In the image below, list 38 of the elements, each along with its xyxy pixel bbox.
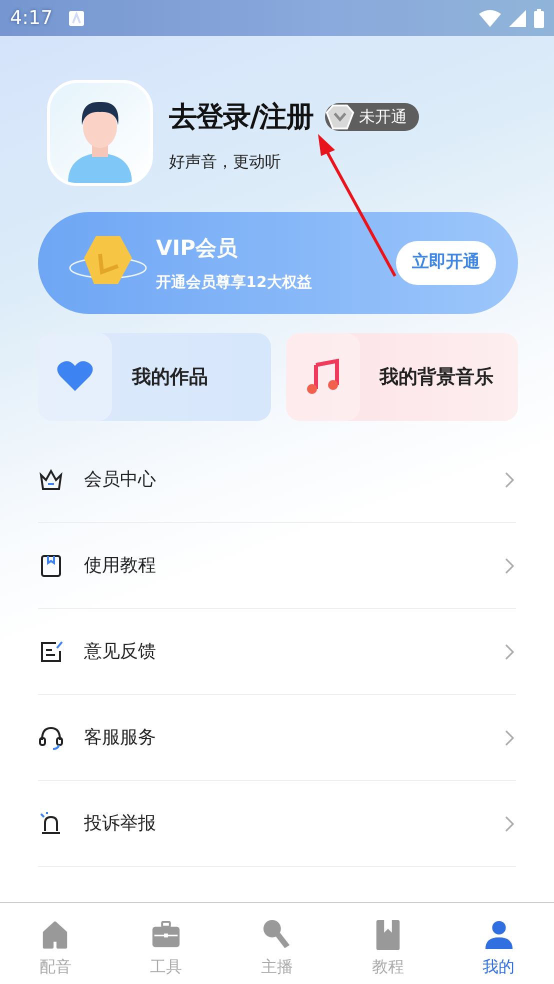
wifi-icon	[479, 10, 501, 26]
menu-label: 投诉举报	[84, 812, 157, 836]
menu-label: 意见反馈	[84, 640, 157, 664]
feedback-icon	[38, 638, 64, 664]
login-title[interactable]: 去登录/注册	[169, 96, 314, 138]
menu-item[interactable]: 客服服务	[38, 695, 516, 781]
vip-title: VIP会员	[156, 235, 238, 262]
chevron-right-icon	[505, 472, 514, 488]
menu-label: 使用教程	[84, 554, 157, 578]
vip-banner[interactable]: VIP会员 开通会员尊享12大权益 立即开通	[38, 212, 518, 314]
menu-item[interactable]: 意见反馈	[38, 609, 516, 695]
status-time: 4:17	[10, 6, 53, 31]
signal-icon	[509, 10, 526, 26]
book-icon	[38, 552, 64, 578]
menu-label: 会员中心	[84, 468, 157, 492]
crown-icon	[38, 466, 64, 492]
membership-badge: 未开通	[325, 103, 420, 131]
tab[interactable]: 我的	[443, 903, 554, 984]
shortcut-label: 我的作品	[132, 364, 208, 390]
shortcut-card[interactable]: 我的作品	[38, 333, 270, 421]
vip-benefits-text: 开通会员尊享12大权益	[156, 272, 313, 292]
menu-label: 客服服务	[84, 726, 157, 750]
menu-item[interactable]: 使用教程	[38, 523, 516, 609]
activate-button[interactable]: 立即开通	[396, 241, 496, 285]
shortcut-card[interactable]: 我的背景音乐	[286, 333, 518, 421]
person-icon	[482, 918, 515, 950]
chevron-right-icon	[505, 558, 514, 574]
shortcut-label: 我的背景音乐	[380, 364, 494, 390]
chevron-right-icon	[505, 644, 514, 660]
menu-item[interactable]: 投诉举报	[38, 781, 516, 867]
chevron-right-icon	[505, 816, 514, 832]
notification-icon	[68, 10, 84, 26]
chevron-right-icon	[505, 730, 514, 746]
menu-item[interactable]: 会员中心	[38, 437, 516, 523]
profile-slogan: 好声音，更动听	[169, 151, 282, 173]
avatar[interactable]	[47, 80, 153, 186]
headset-icon	[38, 724, 64, 750]
battery-icon	[534, 8, 544, 28]
